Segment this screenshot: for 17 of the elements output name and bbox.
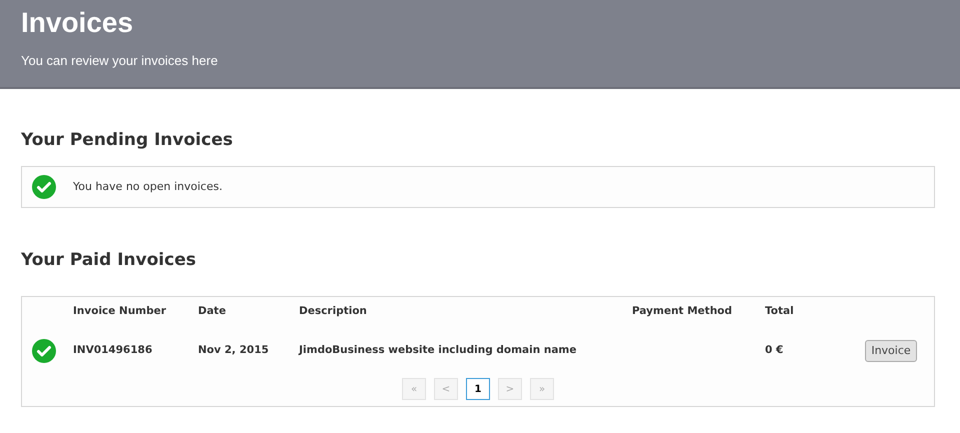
table-cell-text: INV01496186 [73, 343, 152, 358]
column-header: Payment Method [632, 304, 732, 320]
column-header: Date [198, 304, 226, 320]
table-cell-text: 0 € [765, 343, 784, 358]
check-circle-icon [32, 175, 56, 199]
section-heading: Your Pending Invoices [21, 129, 234, 151]
table-cell-text: Nov 2, 2015 [198, 343, 269, 358]
invoice-button[interactable]: Invoice [865, 340, 917, 362]
page-title: Invoices [21, 6, 134, 40]
column-header: Description [299, 304, 367, 320]
column-header: Total [765, 304, 794, 320]
message-text: You have no open invoices. [73, 178, 222, 195]
section-heading: Your Paid Invoices [21, 249, 197, 271]
table-cell-text: JimdoBusiness website including domain name [299, 343, 576, 358]
column-header: Invoice Number [73, 304, 166, 320]
page-button[interactable]: 1 [466, 378, 490, 400]
page-subtitle: You can review your invoices here [21, 52, 219, 70]
